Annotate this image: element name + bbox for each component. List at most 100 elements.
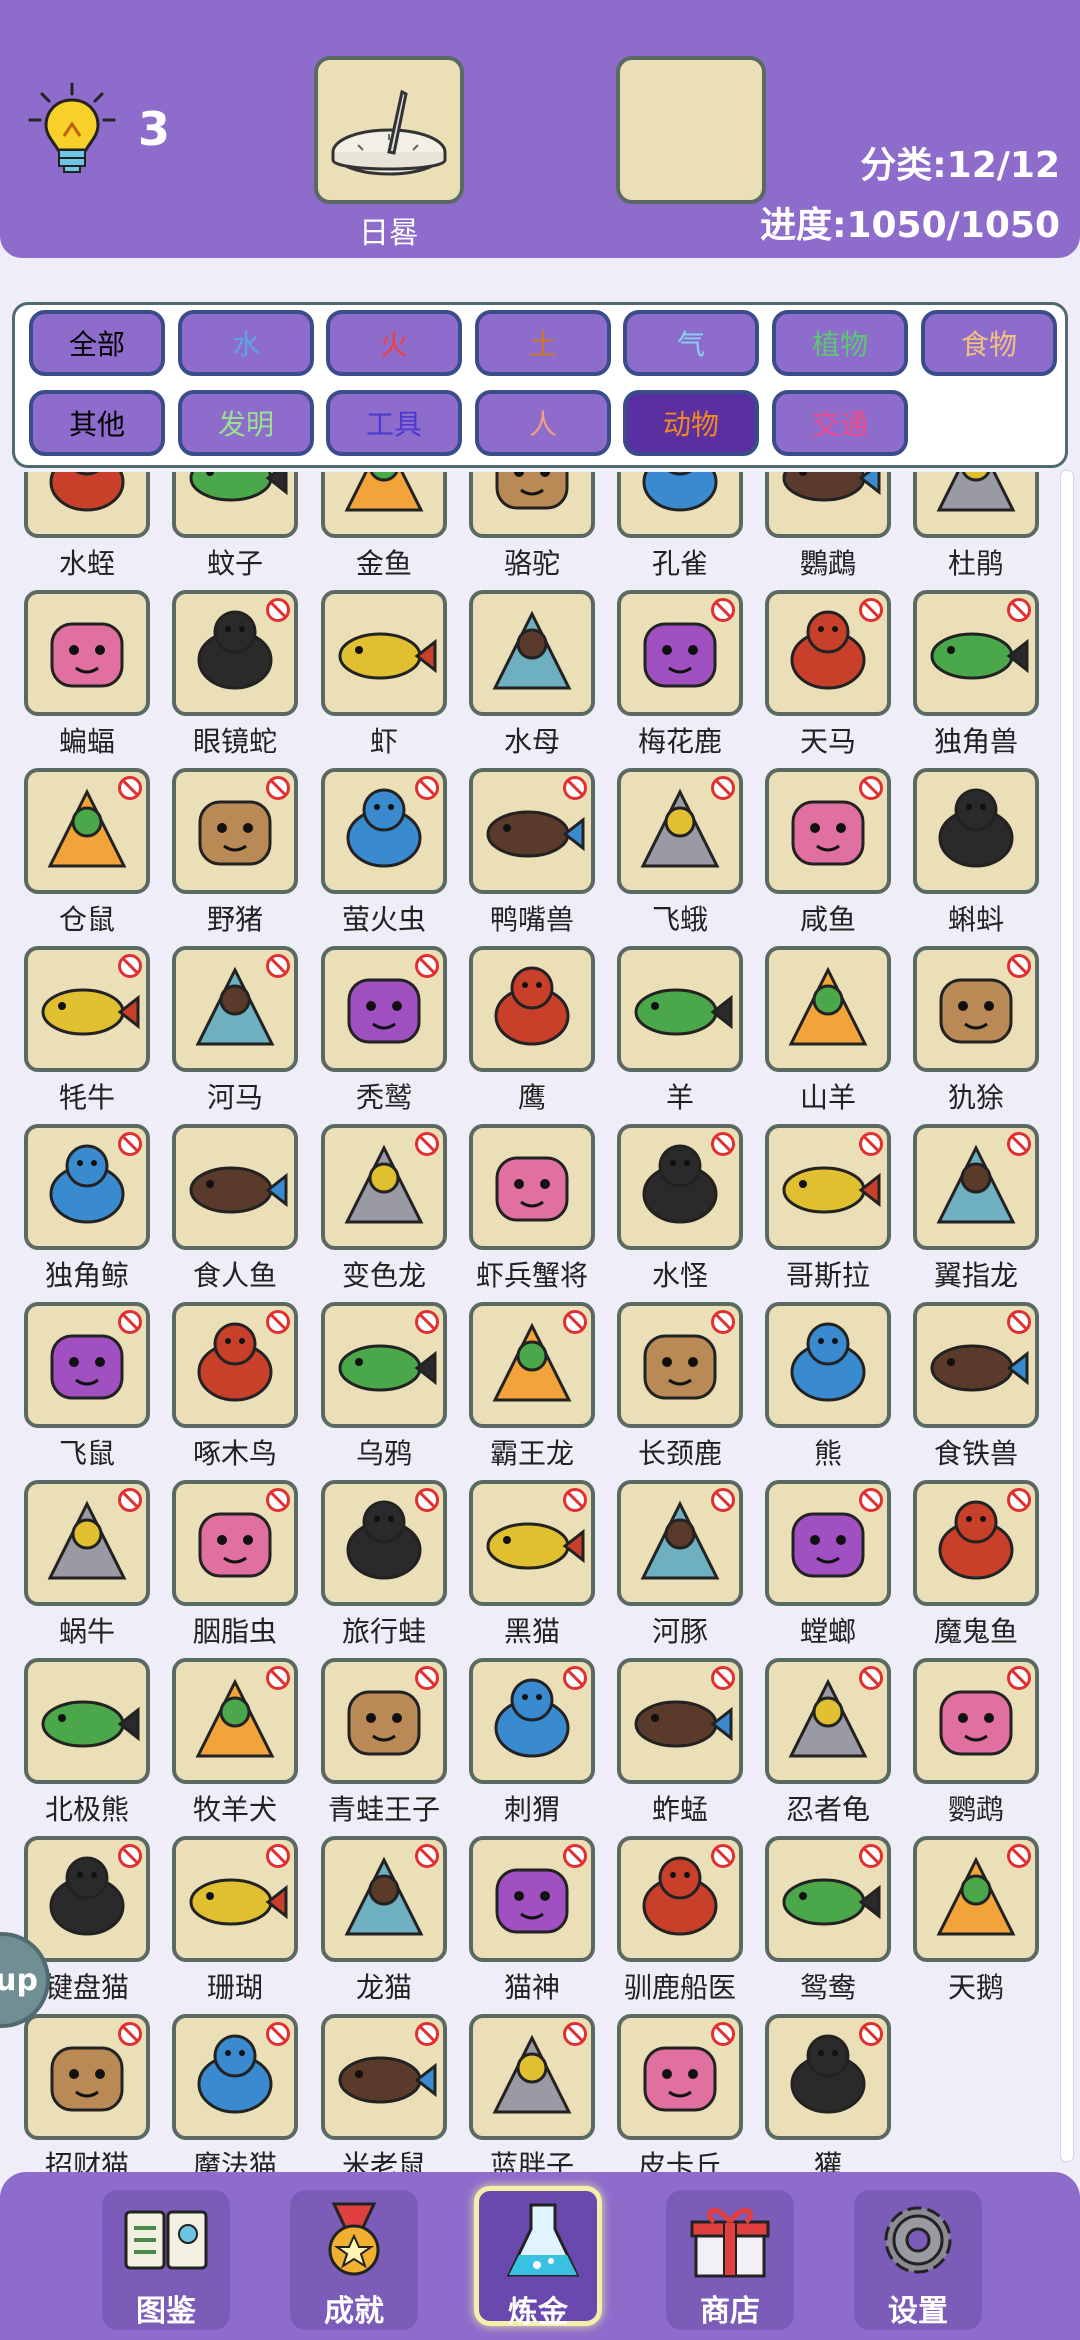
filter-chip-2[interactable]: 火 <box>326 310 462 376</box>
element-tile[interactable] <box>321 946 447 1072</box>
filter-chip-7[interactable]: 其他 <box>29 390 165 456</box>
element-item[interactable]: 啄木鸟 <box>172 1302 298 1470</box>
element-tile[interactable] <box>172 946 298 1072</box>
element-item[interactable]: 哥斯拉 <box>765 1124 891 1292</box>
element-tile[interactable] <box>617 2014 743 2140</box>
element-tile[interactable] <box>765 1124 891 1250</box>
element-item[interactable]: 牧羊犬 <box>172 1658 298 1826</box>
element-item[interactable]: 熊 <box>765 1302 891 1470</box>
element-tile[interactable] <box>469 1302 595 1428</box>
element-tile[interactable] <box>172 1124 298 1250</box>
element-tile[interactable] <box>24 2014 150 2140</box>
element-item[interactable]: 霸王龙 <box>469 1302 595 1470</box>
element-item[interactable]: 魔鬼鱼 <box>913 1480 1039 1648</box>
element-item[interactable]: 乌鸦 <box>321 1302 447 1470</box>
nav-item-4[interactable]: 设置 <box>854 2190 982 2330</box>
element-item[interactable]: 蓝胖子 <box>469 2014 595 2172</box>
element-item[interactable]: 青蛙王子 <box>321 1658 447 1826</box>
element-item[interactable]: 秃鹫 <box>321 946 447 1114</box>
filter-chip-4[interactable]: 气 <box>623 310 759 376</box>
element-tile[interactable] <box>24 946 150 1072</box>
element-item[interactable]: 独角兽 <box>913 590 1039 758</box>
element-item[interactable]: 鸚鵡 <box>765 472 891 580</box>
filter-chip-1[interactable]: 水 <box>178 310 314 376</box>
nav-item-2[interactable]: 炼金 <box>474 2186 602 2330</box>
element-item[interactable]: 骆驼 <box>469 472 595 580</box>
element-tile[interactable] <box>24 1836 150 1962</box>
element-item[interactable]: 变色龙 <box>321 1124 447 1292</box>
element-item[interactable]: 咸鱼 <box>765 768 891 936</box>
element-item[interactable]: 虾 <box>321 590 447 758</box>
element-tile[interactable] <box>24 768 150 894</box>
filter-chip-12[interactable]: 交通 <box>772 390 908 456</box>
element-tile[interactable] <box>321 590 447 716</box>
element-item[interactable]: 仓鼠 <box>24 768 150 936</box>
element-item[interactable]: 山羊 <box>765 946 891 1114</box>
element-tile[interactable] <box>617 1480 743 1606</box>
element-tile[interactable] <box>172 590 298 716</box>
element-item[interactable]: 食人鱼 <box>172 1124 298 1292</box>
element-tile[interactable] <box>765 1302 891 1428</box>
filter-chip-5[interactable]: 植物 <box>772 310 908 376</box>
element-item[interactable]: 蜗牛 <box>24 1480 150 1648</box>
element-tile[interactable] <box>913 768 1039 894</box>
element-tile[interactable] <box>172 472 298 538</box>
element-tile[interactable] <box>913 1480 1039 1606</box>
element-item[interactable]: 獾 <box>765 2014 891 2172</box>
element-item[interactable]: 食铁兽 <box>913 1302 1039 1470</box>
element-tile[interactable] <box>24 1124 150 1250</box>
element-tile[interactable] <box>765 2014 891 2140</box>
element-tile[interactable] <box>469 1658 595 1784</box>
element-item[interactable]: 螳螂 <box>765 1480 891 1648</box>
element-item[interactable]: 猫神 <box>469 1836 595 2004</box>
element-item[interactable]: 水母 <box>469 590 595 758</box>
element-tile[interactable] <box>913 1836 1039 1962</box>
element-tile[interactable] <box>617 1124 743 1250</box>
element-item[interactable]: 驯鹿船医 <box>617 1836 743 2004</box>
element-tile[interactable] <box>321 1124 447 1250</box>
element-tile[interactable] <box>617 590 743 716</box>
element-tile[interactable] <box>617 1836 743 1962</box>
element-item[interactable]: 水蛭 <box>24 472 150 580</box>
element-tile[interactable] <box>765 1836 891 1962</box>
element-item[interactable]: 虾兵蟹将 <box>469 1124 595 1292</box>
element-item[interactable]: 龙猫 <box>321 1836 447 2004</box>
element-tile[interactable] <box>617 472 743 538</box>
element-tile[interactable] <box>321 1836 447 1962</box>
nav-item-0[interactable]: 图鉴 <box>102 2190 230 2330</box>
element-item[interactable]: 鹰 <box>469 946 595 1114</box>
element-tile[interactable] <box>617 1658 743 1784</box>
filter-chip-3[interactable]: 土 <box>475 310 611 376</box>
element-tile[interactable] <box>469 2014 595 2140</box>
element-tile[interactable] <box>24 1658 150 1784</box>
element-item[interactable]: 米老鼠 <box>321 2014 447 2172</box>
element-item[interactable]: 眼镜蛇 <box>172 590 298 758</box>
element-tile[interactable] <box>765 768 891 894</box>
element-item[interactable]: 牦牛 <box>24 946 150 1114</box>
filter-chip-8[interactable]: 发明 <box>178 390 314 456</box>
filter-chip-0[interactable]: 全部 <box>29 310 165 376</box>
element-tile[interactable] <box>913 472 1039 538</box>
element-tile[interactable] <box>321 1480 447 1606</box>
element-item[interactable]: 飞鼠 <box>24 1302 150 1470</box>
element-tile[interactable] <box>469 1124 595 1250</box>
element-tile[interactable] <box>765 590 891 716</box>
element-item[interactable]: 旅行蛙 <box>321 1480 447 1648</box>
element-tile[interactable] <box>913 1124 1039 1250</box>
element-item[interactable]: 魔法猫 <box>172 2014 298 2172</box>
element-item[interactable]: 河豚 <box>617 1480 743 1648</box>
element-tile[interactable] <box>172 768 298 894</box>
filter-chip-6[interactable]: 食物 <box>921 310 1057 376</box>
element-tile[interactable] <box>913 946 1039 1072</box>
element-item[interactable]: 鸭嘴兽 <box>469 768 595 936</box>
element-tile[interactable] <box>321 1658 447 1784</box>
element-tile[interactable] <box>765 946 891 1072</box>
element-item[interactable]: 招财猫 <box>24 2014 150 2172</box>
combine-slot-1[interactable] <box>314 56 464 204</box>
element-tile[interactable] <box>321 2014 447 2140</box>
element-tile[interactable] <box>24 472 150 538</box>
element-item[interactable]: 翼指龙 <box>913 1124 1039 1292</box>
element-item[interactable]: 犰狳 <box>913 946 1039 1114</box>
element-tile[interactable] <box>765 1480 891 1606</box>
element-item[interactable]: 杜鹃 <box>913 472 1039 580</box>
